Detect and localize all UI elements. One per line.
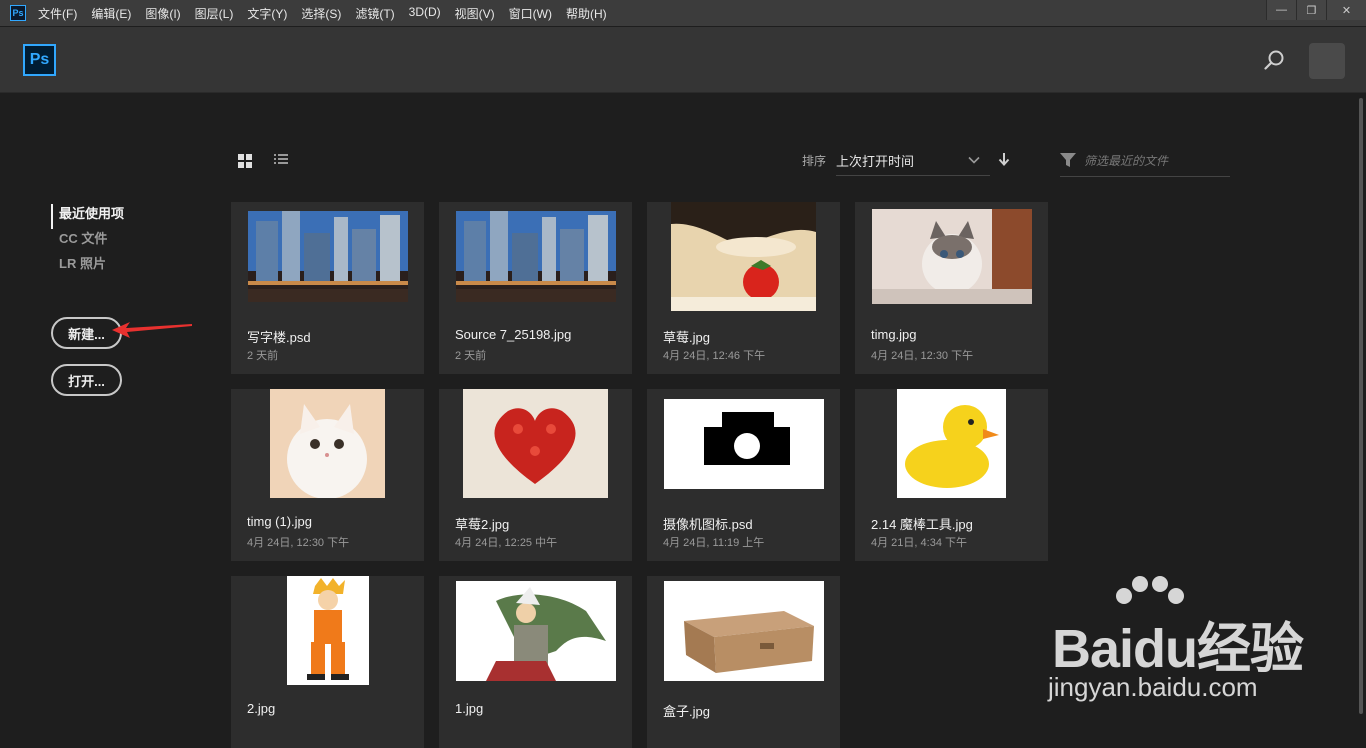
file-thumbnail xyxy=(647,389,840,498)
file-card[interactable]: 盒子.jpg xyxy=(647,576,840,748)
chevron-down-icon xyxy=(968,156,980,164)
photoshop-app-icon[interactable]: Ps xyxy=(10,5,26,21)
restore-button[interactable]: ❐ xyxy=(1296,0,1326,20)
menu-item[interactable]: 3D(D) xyxy=(409,5,441,22)
file-card[interactable]: 草莓.jpg 4月 24日, 12:46 下午 xyxy=(647,202,840,374)
file-card[interactable]: 2.14 魔棒工具.jpg 4月 21日, 4:34 下午 xyxy=(855,389,1048,561)
sort-direction-icon[interactable] xyxy=(997,152,1011,166)
sort-value: 上次打开时间 xyxy=(836,154,915,169)
file-thumbnail xyxy=(231,202,424,311)
file-name: 2.14 魔棒工具.jpg xyxy=(871,517,973,532)
file-thumbnail xyxy=(855,202,1048,311)
sidebar-item-cc-files[interactable]: CC 文件 xyxy=(51,229,124,254)
file-card[interactable]: timg.jpg 4月 24日, 12:30 下午 xyxy=(855,202,1048,374)
sort-select[interactable]: 上次打开时间 xyxy=(836,148,990,176)
app-header: Ps xyxy=(0,27,1366,93)
menu-item[interactable]: 滤镜(T) xyxy=(355,5,394,22)
file-name: 2.jpg xyxy=(247,701,276,716)
file-thumbnail xyxy=(647,576,840,685)
ps-logo: Ps xyxy=(23,44,56,76)
annotation-arrow xyxy=(112,322,192,338)
minimize-button[interactable]: — xyxy=(1266,0,1296,20)
file-date: 4月 21日, 4:34 下午 xyxy=(871,537,967,549)
file-date: 4月 24日, 12:46 下午 xyxy=(663,350,766,362)
file-date: 2 天前 xyxy=(247,350,279,362)
menu-item[interactable]: 选择(S) xyxy=(301,5,341,22)
home-screen: 排序 上次打开时间 最近使用项 CC 文件 LR 照片 新建... 打开... … xyxy=(0,94,1366,748)
window-controls: — ❐ ✕ xyxy=(1266,0,1366,20)
filter-input[interactable] xyxy=(1084,151,1224,171)
file-thumbnail xyxy=(439,202,632,311)
file-name: 草莓2.jpg xyxy=(455,517,510,532)
file-card[interactable]: 草莓2.jpg 4月 24日, 12:25 中午 xyxy=(439,389,632,561)
avatar[interactable] xyxy=(1309,43,1345,79)
open-button[interactable]: 打开... xyxy=(51,364,122,396)
file-thumbnail xyxy=(439,576,632,685)
file-card[interactable]: 写字楼.psd 2 天前 xyxy=(231,202,424,374)
close-button[interactable]: ✕ xyxy=(1326,0,1366,20)
file-name: 写字楼.psd xyxy=(247,330,311,345)
file-name: 1.jpg xyxy=(455,701,484,716)
file-date: 4月 24日, 12:30 下午 xyxy=(871,350,974,362)
menu-item[interactable]: 视图(V) xyxy=(455,5,495,22)
file-card[interactable]: Source 7_25198.jpg 2 天前 xyxy=(439,202,632,374)
sidebar-item-recent[interactable]: 最近使用项 xyxy=(51,204,124,229)
menu-bar: Ps 文件(F) 编辑(E) 图像(I) 图层(L) 文字(Y) 选择(S) 滤镜(T) 3D… xyxy=(0,0,1366,26)
file-card[interactable]: timg (1).jpg 4月 24日, 12:30 下午 xyxy=(231,389,424,561)
sidebar-item-lr-photos[interactable]: LR 照片 xyxy=(51,254,124,279)
scrollbar[interactable] xyxy=(1359,98,1363,714)
file-date: 2 天前 xyxy=(455,350,487,362)
file-date: 4月 24日, 11:19 上午 xyxy=(663,537,765,549)
file-name: timg (1).jpg xyxy=(247,514,313,529)
filter-icon xyxy=(1060,153,1076,167)
list-view-icon[interactable] xyxy=(274,154,288,168)
menu-items: 文件(F) 编辑(E) 图像(I) 图层(L) 文字(Y) 选择(S) 滤镜(T) 3D(D)… xyxy=(38,5,621,22)
file-card[interactable]: 1.jpg xyxy=(439,576,632,748)
menu-item[interactable]: 图层(L) xyxy=(195,5,234,22)
file-card[interactable]: 2.jpg xyxy=(231,576,424,748)
filter-box xyxy=(1060,148,1230,177)
file-thumbnail xyxy=(439,389,632,498)
search-icon[interactable] xyxy=(1263,49,1285,71)
file-name: 摄像机图标.psd xyxy=(663,517,753,532)
watermark-url: jingyan.baidu.com xyxy=(1048,672,1258,702)
file-date: 4月 24日, 12:30 下午 xyxy=(247,537,350,549)
file-name: Source 7_25198.jpg xyxy=(455,327,572,342)
file-thumbnail xyxy=(231,576,424,685)
menu-item[interactable]: 文件(F) xyxy=(38,5,77,22)
menu-item[interactable]: 编辑(E) xyxy=(91,5,131,22)
menu-item[interactable]: 图像(I) xyxy=(145,5,180,22)
file-name: 草莓.jpg xyxy=(663,330,710,345)
sidebar-nav: 最近使用项 CC 文件 LR 照片 xyxy=(51,204,124,279)
menu-item[interactable]: 窗口(W) xyxy=(509,5,552,22)
file-thumbnail xyxy=(647,202,840,311)
menu-item[interactable]: 帮助(H) xyxy=(566,5,607,22)
file-date: 4月 24日, 12:25 中午 xyxy=(455,537,558,549)
menu-item[interactable]: 文字(Y) xyxy=(247,5,287,22)
sort-label: 排序 xyxy=(802,154,827,168)
file-thumbnail xyxy=(855,389,1048,498)
baidu-watermark: Baidu经验 jingyan.baidu.com xyxy=(1040,574,1310,704)
file-name: timg.jpg xyxy=(871,327,917,342)
file-card[interactable]: 摄像机图标.psd 4月 24日, 11:19 上午 xyxy=(647,389,840,561)
grid-view-icon[interactable] xyxy=(238,154,254,168)
file-thumbnail xyxy=(231,389,424,498)
file-name: 盒子.jpg xyxy=(663,704,710,719)
